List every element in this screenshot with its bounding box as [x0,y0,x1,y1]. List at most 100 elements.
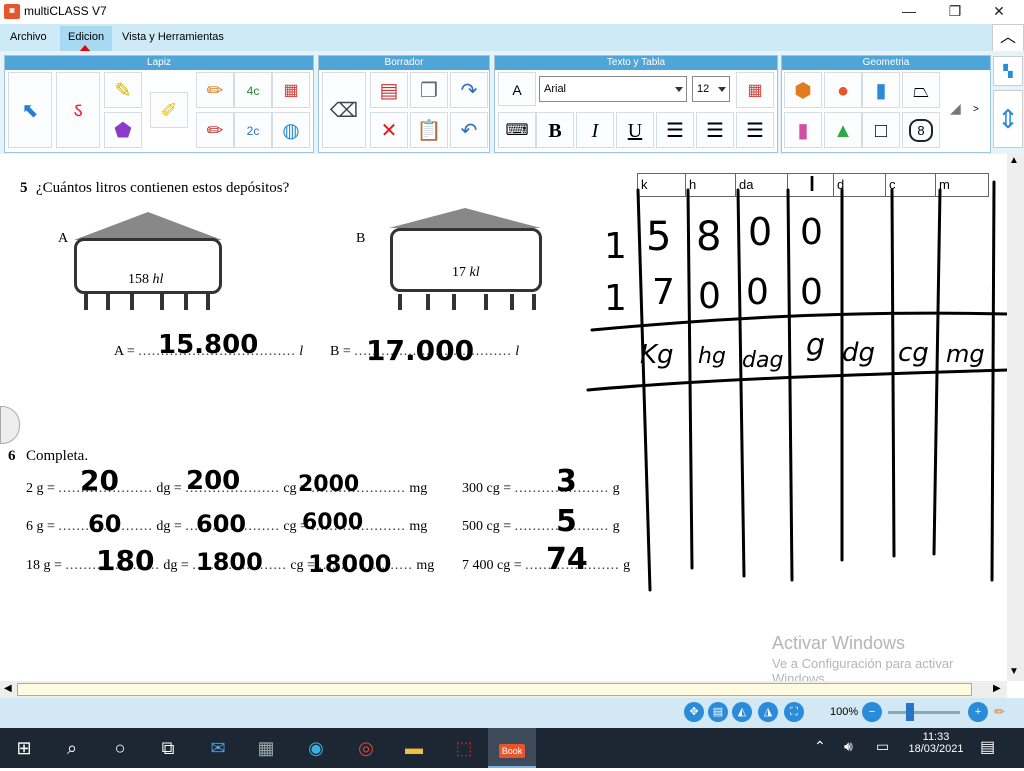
table-row-line [586,368,1007,392]
highlighter-button[interactable]: ✎ [104,72,142,108]
pen-4c-label: 4c [246,84,260,98]
vertical-move-button[interactable]: ⇕ [993,90,1023,148]
row2-digit-da: 0 [698,276,721,317]
maximize-button[interactable]: ❐ [932,0,978,24]
color-palette-button[interactable]: ▦ [272,72,310,108]
window-title: multiCLASS V7 [24,4,107,18]
delete-button[interactable]: ✕ [370,112,408,148]
trapezoid-button[interactable]: ⏢ [902,72,940,108]
paste-button[interactable]: 📋 [410,112,448,148]
cylinder-button[interactable]: ▮ [784,112,822,148]
menu-edicion[interactable]: Edicion [68,31,104,43]
tray-chevron-up-icon[interactable]: ⌃ [814,738,826,755]
file-explorer-icon[interactable]: ▬ [390,728,438,768]
highlighter-icon: ✎ [114,80,132,102]
zoom-slider-thumb[interactable] [906,703,914,721]
scroll-down-icon[interactable]: ▼ [1009,666,1019,677]
page-view-button[interactable]: ▤ [708,702,728,722]
align-right-button[interactable]: ☰ [736,112,774,148]
sphere-button[interactable]: ● [824,72,862,108]
polygon-fill-button[interactable]: ⬟ [104,112,142,148]
cone-button[interactable]: ▲ [824,112,862,148]
tank-leg [160,294,164,310]
prev-page-button[interactable]: ◭ [732,702,752,722]
crayon-button[interactable]: ✏ [196,72,234,108]
prism-icon: ▮ [875,80,887,102]
keyboard-button[interactable]: ⌨ [498,112,536,148]
pencil-status-icon[interactable]: ✏ [994,704,1005,720]
set-square-icon[interactable]: ◢ [950,100,972,120]
square-button[interactable]: □ [862,112,900,148]
new-page-button[interactable]: ▤ [370,72,408,108]
horizontal-scroll-thumb[interactable] [17,683,972,696]
view-toggle-button[interactable]: ▚ [993,56,1023,86]
redo-button[interactable]: ↷ [450,72,488,108]
ribbon-more-button[interactable]: > [973,104,979,115]
pdf-reader-icon[interactable]: ⬚ [440,728,488,768]
close-button[interactable]: ✕ [976,0,1022,24]
redo-icon: ↷ [460,80,478,102]
chrome-browser-icon[interactable]: ◎ [342,728,390,768]
mail-icon[interactable]: ✉ [194,728,242,768]
align-center-button[interactable]: ☰ [696,112,734,148]
fullscreen-button[interactable]: ⛶ [784,702,804,722]
zoom-slider-track[interactable] [888,711,960,714]
freehand-pen-button[interactable]: ऽ [56,72,100,148]
notifications-icon[interactable]: ▤ [980,737,995,757]
underline-button[interactable]: U [616,112,654,148]
align-left-icon: ☰ [666,120,684,142]
fit-page-button[interactable]: ✥ [684,702,704,722]
exercise6-title: Completa. [26,448,89,464]
pen-scribble-icon: ऽ [73,100,83,122]
collapse-ribbon-button[interactable]: ︿ [992,24,1024,54]
row2-digit-k: 1 [604,278,627,319]
zoom-out-button[interactable]: − [862,702,882,722]
bottom-label-g: g [806,328,826,363]
task-view-icon[interactable]: ⧉ [144,728,192,768]
undo-button[interactable]: ↶ [450,112,488,148]
calculator-icon[interactable]: ▦ [242,728,290,768]
web-button[interactable]: ◍ [272,112,310,148]
start-windows-icon[interactable]: ⊞ [0,728,48,768]
pen-2c-button[interactable]: 2c [234,112,272,148]
cortana-icon[interactable]: ○ [96,728,144,768]
font-select[interactable]: Arial [539,76,687,102]
text-color-button[interactable]: ▦ [736,72,774,108]
next-page-button[interactable]: ◮ [758,702,778,722]
edge-browser-icon[interactable]: ◉ [292,728,340,768]
vertical-scrollbar[interactable] [1007,154,1024,681]
font-size-select[interactable]: 12 [692,76,730,102]
search-icon[interactable]: ⌕ [48,728,96,768]
align-left-button[interactable]: ☰ [656,112,694,148]
pen-4c-button[interactable]: 4c [234,72,272,108]
text-box-button[interactable]: A [498,72,536,106]
italic-button[interactable]: I [576,112,614,148]
ex6-r3-d: mg [416,558,435,573]
taskbar-book-app[interactable]: Book [488,728,536,768]
multicolor-pen-button[interactable]: ✏ [196,112,234,148]
marker-icon: ✐ [160,100,178,122]
eraser-button[interactable]: ⌫ [322,72,366,148]
scroll-left-icon[interactable]: ◀ [4,683,12,694]
clock[interactable]: 11:33 18/03/2021 [906,731,966,755]
bold-button[interactable]: B [536,112,574,148]
cube-button[interactable]: ⬢ [784,72,822,108]
marker-button[interactable]: ✐ [150,92,188,128]
prism-button[interactable]: ▮ [862,72,900,108]
menu-archivo[interactable]: Archivo [10,31,47,43]
text-box-icon: A [512,82,522,98]
select-pointer-button[interactable]: ⬉ [8,72,52,148]
octagon-button[interactable]: 8 [902,112,940,148]
volume-icon[interactable]: 🔊︎ [844,738,853,755]
menu-vista-herramientas[interactable]: Vista y Herramientas [122,31,224,43]
table-col-line [686,188,694,570]
minimize-button[interactable]: — [886,0,932,24]
scroll-up-icon[interactable]: ▲ [1009,155,1019,166]
copy-button[interactable]: ❐ [410,72,448,108]
bottom-label-cg: cg [898,338,929,368]
watermark-title: Activar Windows [772,633,906,653]
network-icon[interactable]: ▭ [876,738,889,755]
scroll-right-icon[interactable]: ▶ [993,683,1001,694]
ex6-r3-hand-b: 1800 [196,548,263,576]
zoom-in-button[interactable]: + [968,702,988,722]
